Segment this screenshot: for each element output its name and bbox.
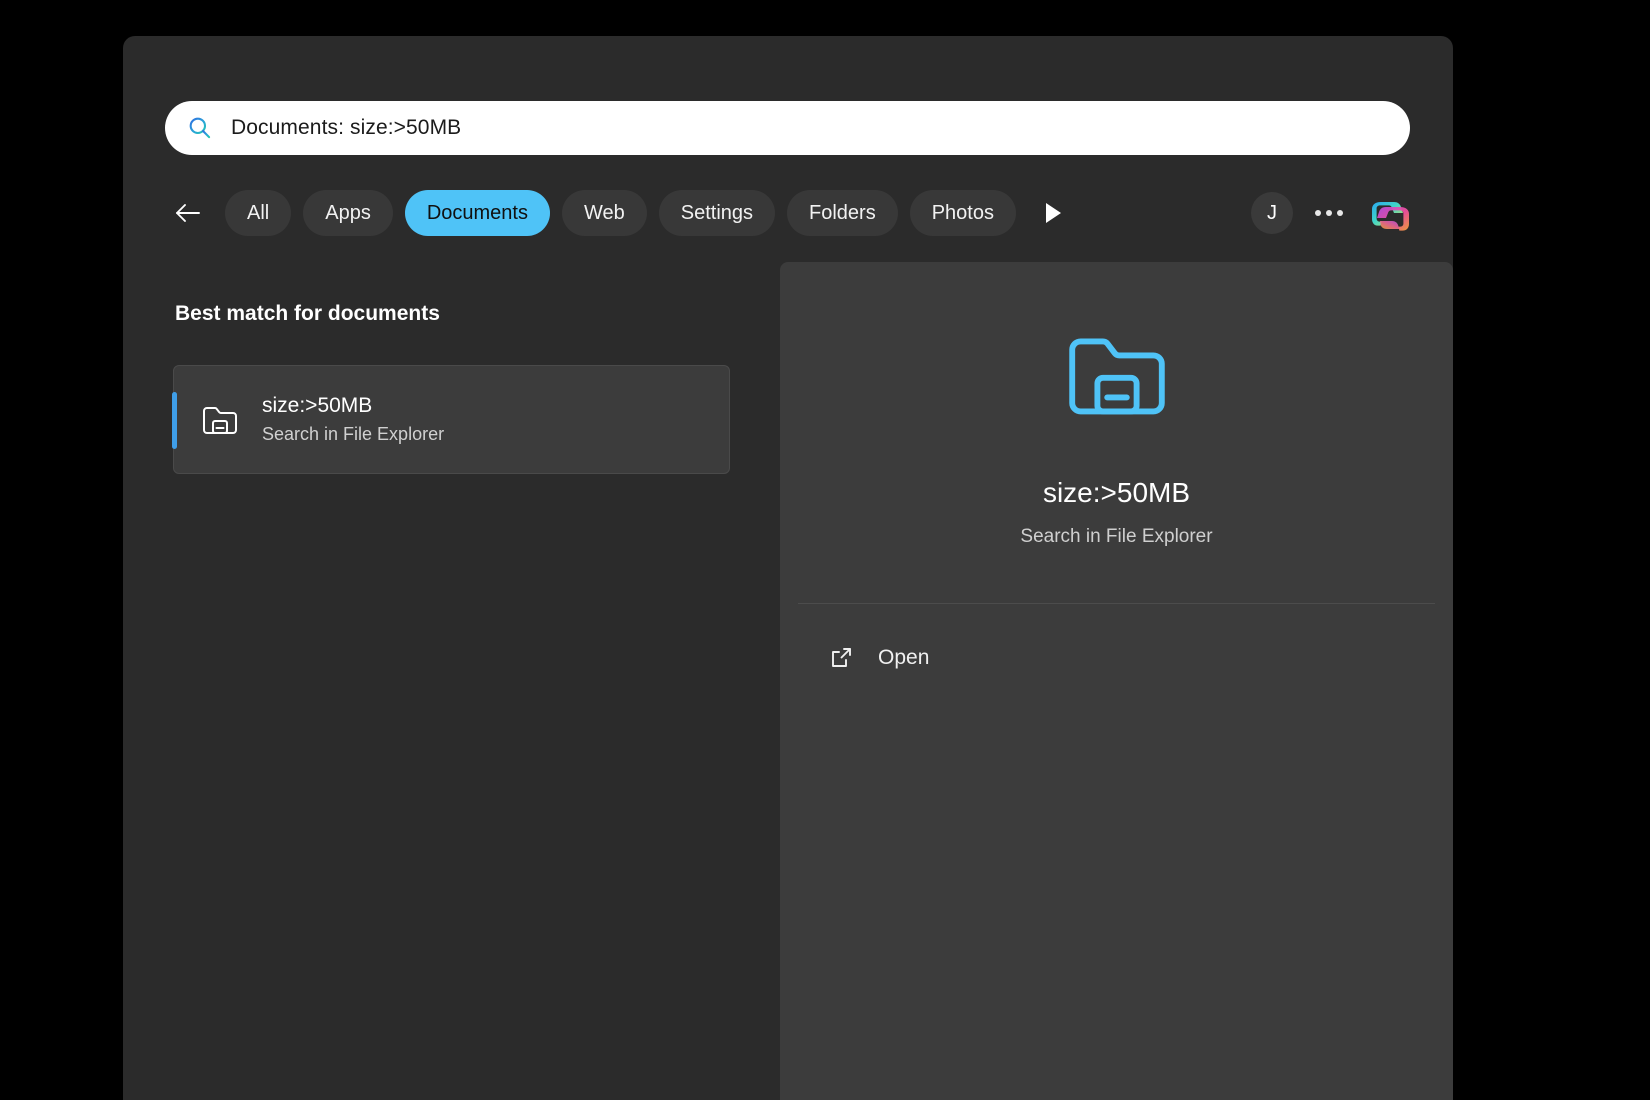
arrow-left-icon — [176, 204, 200, 222]
results-column: Best match for documents size:>50MB Sear… — [123, 262, 780, 1100]
preview-pane: size:>50MB Search in File Explorer Open — [780, 262, 1453, 1100]
copilot-icon — [1372, 202, 1409, 231]
ellipsis-icon — [1337, 210, 1343, 216]
result-item-text: size:>50MB Search in File Explorer — [262, 394, 444, 445]
result-item-subtitle: Search in File Explorer — [262, 424, 445, 444]
selection-indicator — [172, 392, 177, 449]
search-input-value: Documents: size:>50MB — [231, 116, 462, 139]
result-item-title: size:>50MB — [262, 394, 373, 417]
preview-subtitle: Search in File Explorer — [1020, 526, 1213, 547]
more-filters-button[interactable] — [1030, 190, 1078, 236]
tab-folders[interactable]: Folders — [787, 190, 898, 236]
tab-settings[interactable]: Settings — [658, 190, 776, 236]
overflow-menu-button[interactable] — [1307, 192, 1351, 234]
ellipsis-icon — [1315, 210, 1321, 216]
folder-search-icon — [198, 398, 242, 442]
tab-apps[interactable]: Apps — [303, 190, 393, 236]
preview-divider — [798, 603, 1435, 604]
action-open-label: Open — [878, 646, 930, 669]
search-icon — [189, 117, 211, 139]
tabbar-right-controls: J — [1251, 188, 1415, 238]
tab-photos[interactable]: Photos — [909, 190, 1016, 236]
result-item-best-match[interactable]: size:>50MB Search in File Explorer — [172, 365, 730, 474]
preview-title: size:>50MB — [1042, 477, 1191, 508]
back-button[interactable] — [165, 190, 211, 236]
folder-search-icon — [1061, 324, 1173, 426]
tab-web[interactable]: Web — [561, 190, 647, 236]
open-external-icon — [826, 643, 856, 673]
filter-chip-list: All Apps Documents Web Settings Folders … — [225, 190, 1016, 236]
filter-tabbar: All Apps Documents Web Settings Folders … — [165, 184, 1415, 242]
windows-search-window: Documents: size:>50MB All Apps Documents… — [123, 36, 1453, 1100]
action-open[interactable]: Open — [826, 634, 929, 682]
tab-all[interactable]: All — [225, 190, 292, 236]
results-heading: Best match for documents — [175, 302, 440, 325]
tab-documents[interactable]: Documents — [404, 190, 550, 236]
avatar[interactable]: J — [1251, 192, 1293, 234]
copilot-button[interactable] — [1365, 188, 1415, 238]
screen: Documents: size:>50MB All Apps Documents… — [0, 0, 1650, 1100]
search-input[interactable]: Documents: size:>50MB — [165, 101, 1410, 155]
ellipsis-icon — [1326, 210, 1332, 216]
chevron-right-triangle-icon — [1046, 203, 1062, 223]
